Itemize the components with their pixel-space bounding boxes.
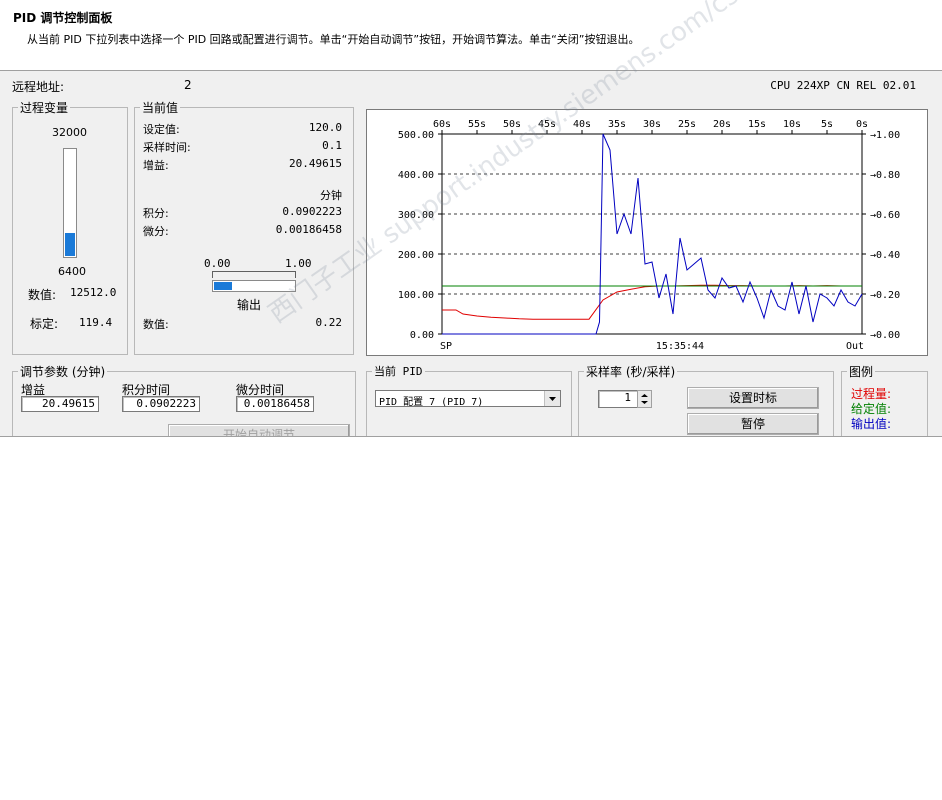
pv-value-label: 数值:: [28, 288, 57, 302]
right-tick-label: →0.00: [870, 330, 900, 341]
sampling-spinner[interactable]: [637, 390, 652, 408]
output-min-label: 0.00: [204, 257, 231, 270]
remote-address-label: 远程地址:: [12, 80, 65, 94]
output-scale-line: [212, 271, 296, 278]
top-tick-label: 50s: [503, 119, 521, 130]
left-tick-label: 0.00: [410, 330, 434, 341]
output-value-label: 数值:: [143, 318, 169, 331]
top-tick-label: 10s: [783, 119, 801, 130]
sample-time-value: 0.1: [322, 139, 342, 152]
pv-scaled-value: 119.4: [79, 316, 113, 329]
current-values-title: 当前值: [140, 99, 181, 116]
top-tick-label: 60s: [433, 119, 451, 130]
tuning-params-title: 调节参数 (分钟): [18, 363, 108, 380]
right-tick-label: →0.60: [870, 210, 900, 221]
legend-output: 输出值:: [851, 417, 892, 431]
tuning-derivative-input[interactable]: 0.00186458: [236, 396, 314, 412]
right-tick-label: →0.40: [870, 250, 900, 261]
top-tick-label: 45s: [538, 119, 556, 130]
bottom-right-label: Out: [846, 341, 864, 352]
pv-min-label: 6400: [58, 265, 86, 278]
plot-frame: [441, 133, 863, 335]
derivative-label: 微分:: [143, 225, 169, 238]
spinner-arrows-icon[interactable]: [638, 391, 651, 407]
right-tick-label: →1.00: [870, 130, 900, 141]
gain-value: 20.49615: [289, 157, 342, 170]
setpoint-value: 120.0: [308, 121, 342, 134]
pid-tuning-panel: PID 调节控制面板 从当前 PID 下拉列表中选择一个 PID 回路或配置进行…: [0, 0, 942, 437]
output-bar-fill: [214, 282, 232, 290]
bottom-center-label: 15:35:44: [656, 341, 704, 352]
bottom-left-label: SP: [440, 341, 452, 352]
legend-title: 图例: [847, 363, 876, 380]
cpu-info: CPU 224XP CN REL 02.01: [770, 79, 916, 92]
tuning-gain-input[interactable]: 20.49615: [21, 396, 99, 412]
output-label: 输出: [237, 298, 262, 312]
pid-select[interactable]: PID 配置 7 (PID 7): [375, 390, 561, 408]
remote-address-value: 2: [184, 78, 192, 92]
output-bar: [212, 280, 296, 292]
gain-label: 增益:: [143, 159, 169, 172]
top-tick-label: 35s: [608, 119, 626, 130]
process-variable-title: 过程变量: [18, 99, 71, 116]
setpoint-label: 设定值:: [143, 123, 180, 136]
pause-button[interactable]: 暂停: [687, 413, 819, 435]
top-tick-label: 55s: [468, 119, 486, 130]
top-tick-label: 0s: [856, 119, 868, 130]
set-time-button[interactable]: 设置时标: [687, 387, 819, 409]
trend-chart-svg: 60s 55s 50s 45s 40s 35s 30s 25s 20s 15s 10s 5s 0s 500…: [398, 119, 900, 352]
left-tick-label: 300.00: [398, 210, 434, 221]
pv-value: 12512.0: [70, 286, 117, 299]
sampling-rate-input[interactable]: 1: [598, 390, 638, 408]
right-tick-label: →0.20: [870, 290, 900, 301]
top-tick-label: 25s: [678, 119, 696, 130]
integral-value: 0.0902223: [282, 205, 342, 218]
integral-label: 积分:: [143, 207, 169, 220]
pid-select-value: PID 配置 7 (PID 7): [379, 397, 484, 408]
top-tick-label: 5s: [821, 119, 833, 130]
left-tick-label: 100.00: [398, 290, 434, 301]
top-tick-label: 40s: [573, 119, 591, 130]
pv-scaled-label: 标定:: [30, 317, 59, 331]
panel-title: PID 调节控制面板: [13, 11, 113, 25]
output-value: 0.22: [315, 316, 343, 329]
output-max-label: 1.00: [285, 257, 312, 270]
top-tick-label: 20s: [713, 119, 731, 130]
pv-level-bar: [63, 148, 77, 258]
top-tick-label: 30s: [643, 119, 661, 130]
top-tick-label: 15s: [748, 119, 766, 130]
pv-max-label: 32000: [52, 126, 87, 139]
left-tick-label: 400.00: [398, 170, 434, 181]
trend-chart: 60s 55s 50s 45s 40s 35s 30s 25s 20s 15s 10s 5s 0s 500…: [366, 109, 928, 356]
bottom-edge: [0, 436, 942, 437]
right-tick-label: →0.80: [870, 170, 900, 181]
header: PID 调节控制面板 从当前 PID 下拉列表中选择一个 PID 回路或配置进行…: [0, 0, 942, 71]
left-tick-label: 200.00: [398, 250, 434, 261]
minutes-label: 分钟: [320, 189, 342, 202]
current-pid-title: 当前 PID: [372, 363, 425, 379]
derivative-value: 0.00186458: [275, 223, 342, 236]
chevron-down-icon[interactable]: [544, 391, 560, 406]
panel-description: 从当前 PID 下拉列表中选择一个 PID 回路或配置进行调节。单击“开始自动调…: [27, 33, 640, 46]
left-tick-label: 500.00: [398, 130, 434, 141]
sample-time-label: 采样时间:: [143, 141, 191, 154]
pv-level-fill: [65, 233, 75, 256]
tuning-integral-input[interactable]: 0.0902223: [122, 396, 200, 412]
sampling-title: 采样率 (秒/采样): [584, 363, 678, 380]
